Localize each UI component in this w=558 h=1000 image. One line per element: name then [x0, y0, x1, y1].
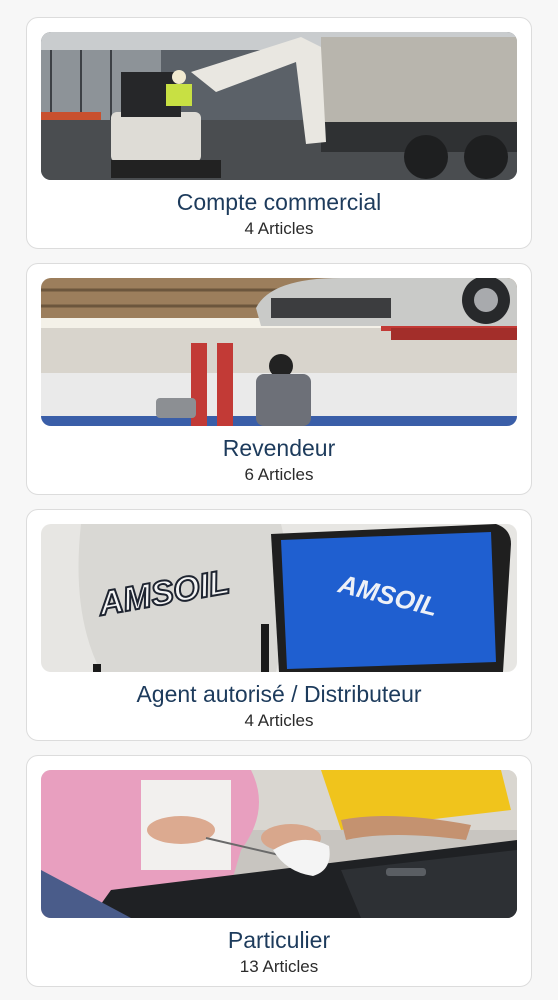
- auto-repair-shop-photo[interactable]: [41, 278, 517, 426]
- construction-excavator-photo[interactable]: [41, 32, 517, 180]
- category-title: Compte commercial: [176, 189, 382, 215]
- category-article-count: 4 Articles: [244, 711, 314, 730]
- category-list: Compte commercial 4 Articles Revendeur 6…: [0, 0, 558, 1000]
- category-article-count: 6 Articles: [244, 465, 314, 484]
- category-article-count: 4 Articles: [244, 219, 314, 238]
- amsoil-cap-and-folder-photo[interactable]: AMSOIL AMSOIL: [41, 524, 517, 672]
- checking-engine-oil-photo[interactable]: [41, 770, 517, 918]
- category-card-agent-autorise-distributeur[interactable]: AMSOIL AMSOIL Agent autorisé / Distribut…: [26, 509, 532, 741]
- category-article-count: 13 Articles: [239, 957, 319, 976]
- category-title: Agent autorisé / Distributeur: [136, 681, 422, 707]
- category-card-revendeur[interactable]: Revendeur 6 Articles: [26, 263, 532, 495]
- category-title: Particulier: [227, 927, 331, 953]
- category-card-particulier[interactable]: Particulier 13 Articles: [26, 755, 532, 987]
- category-card-compte-commercial[interactable]: Compte commercial 4 Articles: [26, 17, 532, 249]
- category-title: Revendeur: [222, 435, 336, 461]
